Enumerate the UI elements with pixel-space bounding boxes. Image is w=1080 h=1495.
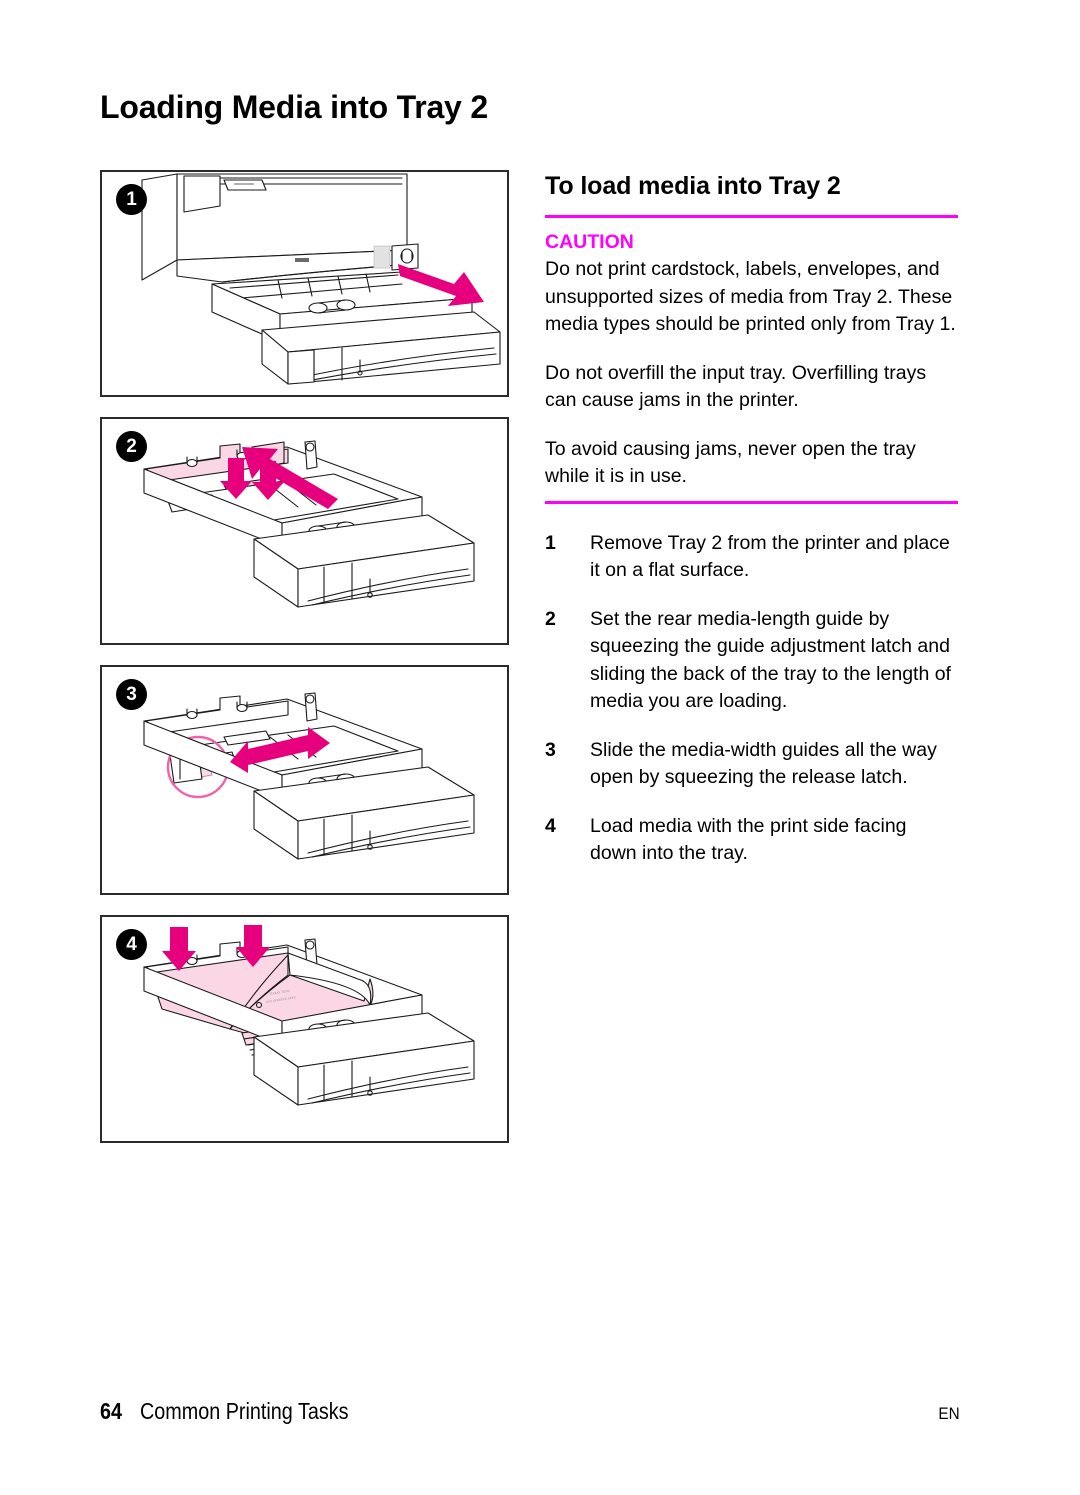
step-text: Remove Tray 2 from the printer and place…: [590, 531, 950, 582]
text-column: To load media into Tray 2 CAUTION Do not…: [545, 172, 958, 889]
document-page: Loading Media into Tray 2 1 2 3 4 Xxxxx …: [0, 0, 1080, 1495]
caution-paragraph-1: Do not print cardstock, labels, envelope…: [545, 258, 956, 335]
section-heading: To load media into Tray 2: [545, 172, 841, 200]
step-number: 4: [545, 814, 556, 837]
page-footer: 64 Common Printing Tasks EN: [100, 1398, 960, 1425]
step-item: 2 Set the rear media-length guide by squ…: [545, 606, 958, 716]
step-text: Set the rear media-length guide by squee…: [590, 607, 951, 713]
printer-tray-removal-illustration: [102, 172, 507, 395]
step-badge-4: 4: [116, 929, 147, 960]
media-width-guides-illustration: [102, 667, 507, 893]
step-item: 1 Remove Tray 2 from the printer and pla…: [545, 530, 958, 585]
footer-page-number: 64: [100, 1398, 123, 1424]
step-number: 3: [545, 738, 556, 761]
step-number: 1: [545, 531, 556, 554]
figure-panel-3: 3: [100, 665, 509, 895]
step-item: 4 Load media with the print side facing …: [545, 813, 958, 868]
step-badge-1: 1: [116, 184, 147, 215]
caution-paragraph-3: To avoid causing jams, never open the tr…: [545, 437, 916, 488]
step-text: Slide the media-width guides all the way…: [590, 738, 937, 789]
footer-language-code: EN: [938, 1404, 960, 1423]
step-item: 3 Slide the media-width guides all the w…: [545, 737, 958, 792]
figure-panel-2: 2: [100, 417, 509, 645]
figure-panel-4: 4 Xxxxx Xxxx xxx xxxxxxx xxxx: [100, 915, 509, 1143]
step-badge-3: 3: [116, 679, 147, 710]
caution-block: CAUTION Do not print cardstock, labels, …: [545, 218, 958, 501]
caution-paragraph-2: Do not overfill the input tray. Overfill…: [545, 361, 927, 412]
step-number: 2: [545, 607, 556, 630]
illustration-column: 1 2 3 4 Xxxxx Xxxx xxx xxxxxxx xxxx: [100, 170, 509, 1163]
caution-label: CAUTION: [545, 231, 634, 253]
rear-media-length-guide-illustration: [102, 419, 507, 643]
load-media-illustration: Xxxxx Xxxx xxx xxxxxxx xxxx: [102, 917, 507, 1141]
footer-section-title: Common Printing Tasks: [139, 1398, 349, 1424]
procedure-steps: 1 Remove Tray 2 from the printer and pla…: [545, 530, 958, 868]
step-badge-2: 2: [116, 431, 147, 462]
page-title: Loading Media into Tray 2: [100, 89, 488, 126]
figure-panel-1: 1: [100, 170, 509, 397]
caution-bottom-rule: [545, 500, 958, 504]
step-text: Load media with the print side facing do…: [590, 814, 907, 865]
